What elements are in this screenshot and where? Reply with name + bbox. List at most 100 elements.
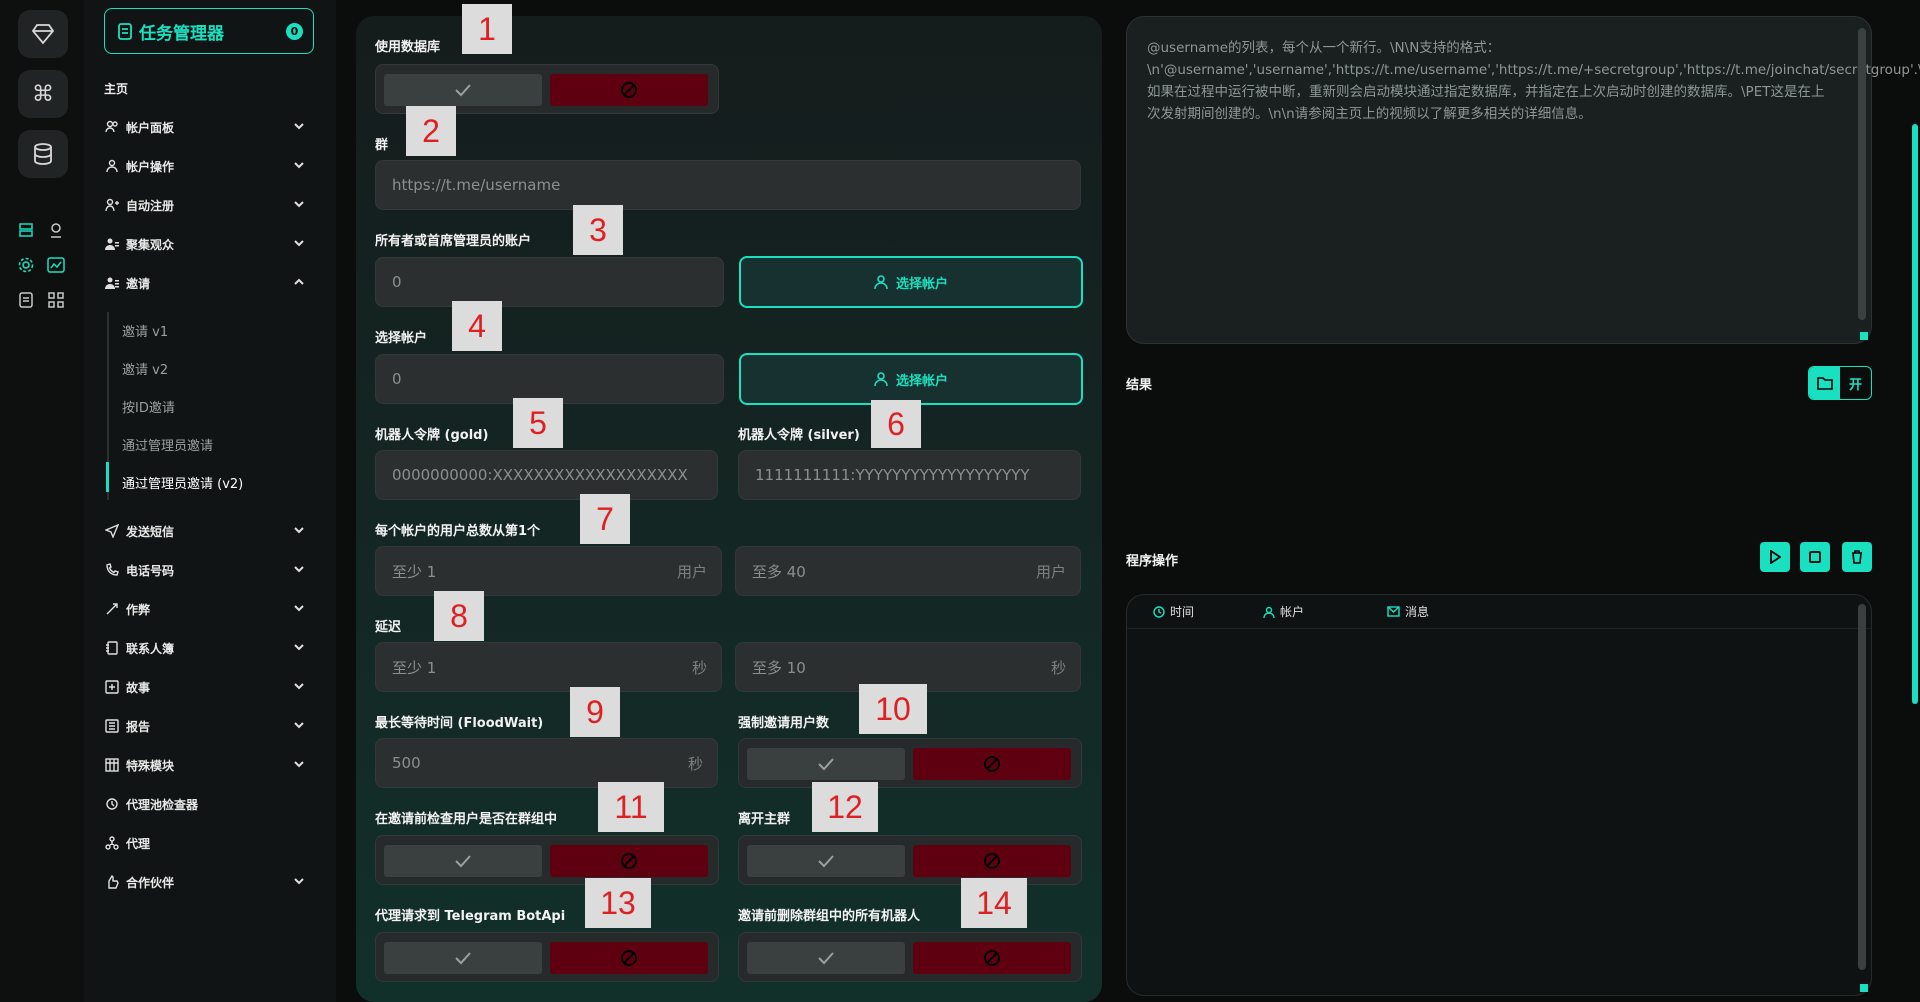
delete-bots-toggle — [738, 932, 1082, 982]
log-scrollbar[interactable] — [1858, 604, 1866, 970]
select-account-label: 选择帐户 — [375, 331, 428, 346]
diamond-rail-button[interactable] — [18, 10, 68, 58]
folder-icon — [1816, 377, 1833, 390]
chevron-down-icon — [294, 605, 304, 612]
sidebar-item-proxy[interactable]: 代理 — [104, 832, 314, 854]
check-in-group-label: 在邀请前检查用户是否在群组中 — [375, 812, 558, 827]
marker-9: 9 — [570, 687, 620, 737]
ban-icon — [984, 950, 1000, 966]
use-db-label: 使用数据库 — [375, 40, 441, 55]
use-db-no-button[interactable] — [550, 74, 708, 106]
sidebar-item-account-ops[interactable]: 帐户操作 — [104, 155, 314, 177]
diamond-icon — [31, 24, 55, 45]
document-icon[interactable] — [16, 290, 36, 310]
clock-icon — [1153, 605, 1165, 618]
sidebar-item-phone-numbers[interactable]: 电话号码 — [104, 559, 314, 581]
user-icon — [874, 372, 888, 387]
users-min-input[interactable]: 至少 1 用户 — [375, 546, 722, 596]
dashboard-icon[interactable] — [46, 255, 66, 275]
play-icon — [1770, 550, 1781, 564]
sidebar-item-auto-register[interactable]: 自动注册 — [104, 194, 314, 216]
sidebar-item-send-sms[interactable]: 发送短信 — [104, 520, 314, 542]
sidebar-item-contacts[interactable]: 联系人簿 — [104, 637, 314, 659]
proxy-check-icon — [104, 796, 120, 812]
column-time: 时间 — [1153, 603, 1194, 620]
force-invite-no-button[interactable] — [913, 748, 1071, 780]
usernames-textarea[interactable]: @username的列表，每个从一个新行。\N\N支持的格式：\n'@usern… — [1126, 16, 1920, 344]
delete-bots-label: 邀请前删除群组中的所有机器人 — [738, 909, 921, 924]
group-input[interactable]: https://t.me/username — [375, 160, 1081, 210]
token-gold-input[interactable]: 0000000000:XXXXXXXXXXXXXXXXXXX — [375, 450, 718, 500]
task-manager-button[interactable]: 任务管理器 0 — [104, 8, 314, 54]
proxy-botapi-yes-button[interactable] — [384, 942, 542, 974]
command-rail-button[interactable]: ⌘ — [18, 70, 68, 118]
database-icon — [34, 143, 52, 165]
marker-6: 6 — [871, 400, 921, 448]
open-results-button[interactable]: 开 — [1840, 367, 1871, 399]
trash-icon — [1852, 550, 1862, 564]
owner-select-account-button[interactable]: 选择帐户 — [739, 256, 1083, 308]
submenu-invite-via-admin[interactable]: 通过管理员邀请 — [122, 435, 213, 454]
sidebar-item-partners[interactable]: 合作伙伴 — [104, 871, 314, 893]
open-folder-button[interactable] — [1809, 367, 1840, 399]
proxy-botapi-no-button[interactable] — [550, 942, 708, 974]
settings-icon[interactable] — [16, 255, 36, 275]
textarea-scrollbar[interactable] — [1858, 28, 1866, 320]
leave-main-group-yes-button[interactable] — [747, 845, 905, 877]
floodwait-input[interactable]: 500 秒 — [375, 738, 718, 788]
play-button[interactable] — [1760, 542, 1790, 572]
sidebar-item-invite[interactable]: 邀请 — [104, 272, 314, 294]
sidebar-item-story[interactable]: 故事 — [104, 676, 314, 698]
sidebar-item-special-modules[interactable]: 特殊模块 — [104, 754, 314, 776]
users-max-input[interactable]: 至多 40 用户 — [735, 546, 1081, 596]
sidebar-item-proxy-checker[interactable]: 代理池检查器 — [104, 793, 314, 815]
select-account-button[interactable]: 选择帐户 — [739, 353, 1083, 405]
page-scrollbar[interactable] — [1912, 124, 1918, 704]
clear-button[interactable] — [1842, 542, 1872, 572]
sidebar: 任务管理器 0 主页 帐户面板 帐户操作 自动注册 聚集观众 邀请 邀请 v1 … — [84, 0, 336, 1002]
submenu-invite-via-admin-v2[interactable]: 通过管理员邀请 (v2) — [122, 473, 243, 492]
resize-handle[interactable] — [1860, 332, 1868, 340]
force-invite-yes-button[interactable] — [747, 748, 905, 780]
check-in-group-toggle — [375, 835, 719, 885]
marker-10: 10 — [859, 684, 927, 734]
servers-icon[interactable] — [16, 220, 36, 240]
sidebar-item-accounts-panel[interactable]: 帐户面板 — [104, 116, 314, 138]
check-in-group-no-button[interactable] — [550, 845, 708, 877]
chevron-down-icon — [294, 761, 304, 768]
check-icon — [818, 758, 834, 771]
sidebar-item-gather-audience[interactable]: 聚集观众 — [104, 233, 314, 255]
submenu-invite-by-id[interactable]: 按ID邀请 — [122, 397, 175, 416]
check-in-group-yes-button[interactable] — [384, 845, 542, 877]
sidebar-item-report[interactable]: 报告 — [104, 715, 314, 737]
marker-12: 12 — [812, 782, 878, 832]
force-invite-toggle — [738, 738, 1082, 788]
owner-account-input[interactable]: 0 — [375, 257, 724, 307]
delay-min-input[interactable]: 至少 1秒 — [375, 642, 722, 692]
select-account-input[interactable]: 0 — [375, 354, 724, 404]
description-text: @username的列表，每个从一个新行。\N\N支持的格式：\n'@usern… — [1147, 40, 1920, 122]
ban-icon — [621, 853, 637, 869]
token-gold-label: 机器人令牌 (gold) — [375, 428, 489, 443]
column-message: 消息 — [1387, 603, 1429, 620]
log-resize-handle[interactable] — [1860, 984, 1868, 992]
delete-bots-no-button[interactable] — [913, 942, 1071, 974]
check-icon — [455, 952, 471, 965]
apps-icon[interactable] — [46, 290, 66, 310]
token-silver-input[interactable]: 1111111111:YYYYYYYYYYYYYYYYYYY — [738, 450, 1081, 500]
clipboard-icon — [118, 23, 132, 40]
submenu-invite-v1[interactable]: 邀请 v1 — [122, 321, 168, 340]
database-rail-button[interactable] — [18, 130, 68, 178]
token-silver-label: 机器人令牌 (silver) — [738, 428, 860, 443]
submenu-invite-v2[interactable]: 邀请 v2 — [122, 359, 168, 378]
delete-bots-yes-button[interactable] — [747, 942, 905, 974]
stop-button[interactable] — [1800, 542, 1830, 572]
section-title: 主页 — [104, 82, 129, 96]
invite-icon — [104, 275, 120, 291]
map-pin-icon[interactable] — [46, 220, 66, 240]
report-icon — [104, 718, 120, 734]
sidebar-item-cheat[interactable]: 作弊 — [104, 598, 314, 620]
leave-main-group-no-button[interactable] — [913, 845, 1071, 877]
marker-11: 11 — [598, 782, 664, 832]
use-db-yes-button[interactable] — [384, 74, 542, 106]
